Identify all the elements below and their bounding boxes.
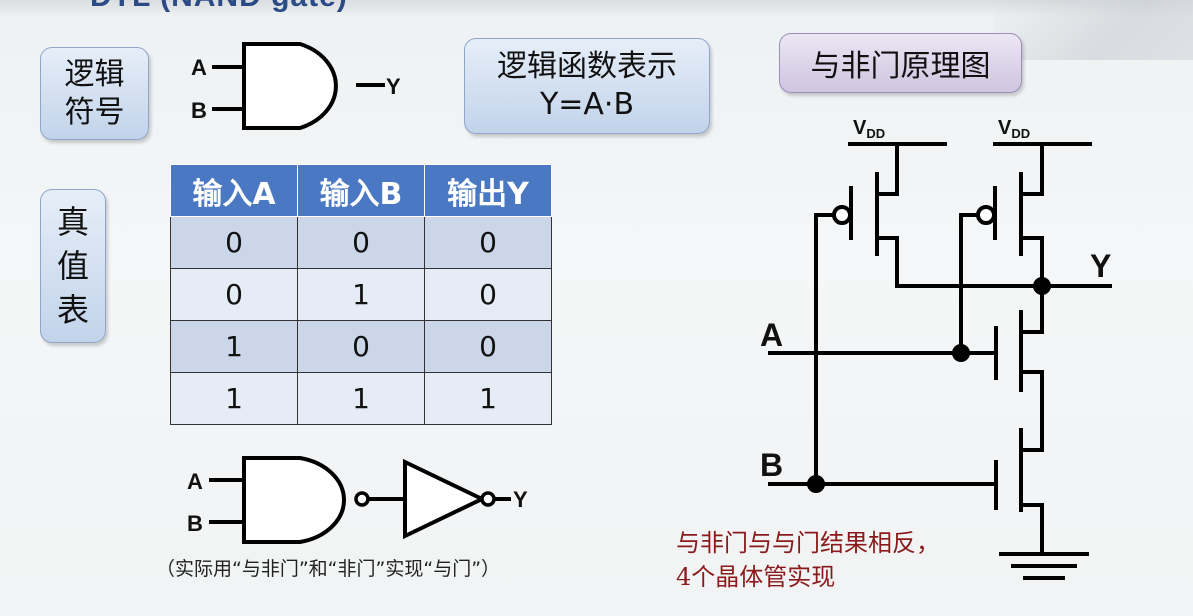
logic-symbol-line-2: 符号 bbox=[64, 94, 125, 130]
vdd-left-sub: DD bbox=[866, 126, 885, 141]
schematic-title: 与非门原理图 bbox=[779, 33, 1022, 93]
truth-table-label-3: 表 bbox=[56, 291, 89, 329]
schematic-input-a-label: A bbox=[760, 317, 783, 353]
table-cell: 0 bbox=[170, 216, 298, 269]
header-output-y: 输出Y bbox=[424, 164, 552, 217]
truth-table-label-1: 真 bbox=[56, 203, 89, 241]
table-row: 0 1 0 bbox=[170, 268, 552, 321]
table-row: 1 0 0 bbox=[170, 320, 552, 373]
gate-input-b-label: B bbox=[191, 98, 207, 123]
vdd-right-label: VDD bbox=[998, 117, 1030, 141]
table-cell: 0 bbox=[424, 216, 552, 269]
gate-output-label: Y bbox=[386, 74, 401, 99]
table-row: 0 0 0 bbox=[170, 216, 552, 269]
table-cell: 0 bbox=[297, 216, 425, 269]
logic-symbol-line-1: 逻辑 bbox=[64, 56, 125, 92]
corner-decoration bbox=[993, 0, 1193, 60]
truth-table-header-row: 输入A 输入B 输出Y bbox=[170, 164, 552, 217]
table-cell: 1 bbox=[424, 372, 552, 425]
note-text: 与非门与与门结果相反， 4个晶体管实现 bbox=[676, 526, 940, 594]
and-gate-symbol: A B Y bbox=[191, 42, 401, 130]
table-cell: 0 bbox=[424, 320, 552, 373]
diagram-input-a-label: A bbox=[187, 469, 203, 494]
table-cell: 0 bbox=[424, 268, 552, 321]
table-cell: 1 bbox=[170, 372, 298, 425]
vdd-left-label: VDD bbox=[853, 117, 885, 141]
slide-title: DTL (NAND gate) bbox=[90, 0, 348, 14]
vdd-right-main: V bbox=[998, 117, 1012, 139]
vdd-left-main: V bbox=[853, 117, 867, 139]
diagram-output-label: Y bbox=[513, 487, 528, 512]
schematic-output-label: Y bbox=[1090, 248, 1111, 284]
gate-input-a-label: A bbox=[191, 55, 207, 80]
logic-function-title: 逻辑函数表示 bbox=[497, 49, 677, 84]
logic-function-box: 逻辑函数表示 Y=A·B bbox=[464, 38, 710, 134]
header-input-b: 输入B bbox=[297, 164, 425, 217]
diagram-input-b-label: B bbox=[187, 511, 203, 536]
truth-table: 输入A 输入B 输出Y 0 0 0 0 1 0 1 0 0 1 1 1 bbox=[170, 164, 552, 425]
schematic-title-text: 与非门原理图 bbox=[810, 49, 991, 84]
cmos-nand-schematic: VDD VDD A B Y bbox=[760, 117, 1112, 580]
logic-function-expression: Y=A·B bbox=[539, 87, 635, 122]
truth-table-label-2: 值 bbox=[56, 247, 89, 285]
table-cell: 1 bbox=[297, 268, 425, 321]
schematic-input-b-label: B bbox=[760, 447, 783, 483]
note-line-2: 4个晶体管实现 bbox=[676, 563, 836, 591]
table-row: 1 1 1 bbox=[170, 372, 552, 425]
logic-symbol-label: 逻辑 符号 bbox=[40, 47, 149, 140]
header-input-a: 输入A bbox=[170, 164, 298, 217]
table-cell: 0 bbox=[297, 320, 425, 373]
nand-not-diagram: A B Y bbox=[187, 456, 528, 544]
note-line-1: 与非门与与门结果相反， bbox=[676, 529, 940, 557]
truth-table-label: 真 值 表 bbox=[40, 189, 106, 343]
table-cell: 1 bbox=[297, 372, 425, 425]
diagram-caption: （实际用“与非门”和“非门”实现“与门”） bbox=[156, 558, 501, 580]
table-cell: 1 bbox=[170, 320, 298, 373]
vdd-right-sub: DD bbox=[1011, 126, 1030, 141]
table-cell: 0 bbox=[170, 268, 298, 321]
